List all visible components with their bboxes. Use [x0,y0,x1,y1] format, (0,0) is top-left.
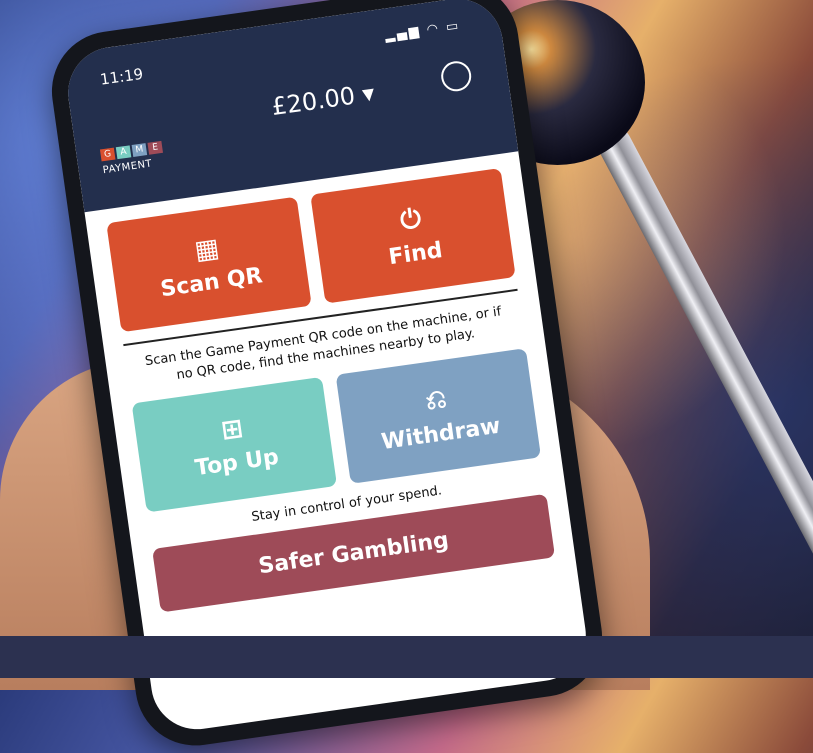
power-icon: ⏻ [398,203,424,237]
status-time: 11:19 [98,64,145,89]
logo-letter: A [115,145,132,160]
main-content: ▦ Scan QR ⏻ Find Scan the Game Payment Q… [85,151,575,615]
scan-qr-label: Scan QR [158,262,265,302]
safer-gambling-button[interactable]: Safer Gambling [152,493,556,613]
logo-letter: G [99,147,116,162]
withdraw-money-icon: ⎌ [423,383,449,417]
find-button[interactable]: ⏻ Find [310,167,516,304]
top-up-label: Top Up [193,444,281,481]
qr-code-icon: ▦ [192,232,222,266]
game-payment-logo: G A M E PAYMENT [99,140,178,209]
logo-letter: M [131,143,148,157]
scan-qr-button[interactable]: ▦ Scan QR [106,196,312,333]
logo-letter: E [147,140,164,155]
bottom-banner [0,636,813,678]
profile-icon[interactable] [439,59,474,94]
phone-screen: 11:19 ▂▄▆ ◠ ▭ £20.00 ▾ G A M E PAYMENT ▦… [62,0,592,736]
status-icons: ▂▄▆ ◠ ▭ [384,18,462,44]
withdraw-label: Withdraw [379,413,502,456]
add-money-icon: ⊞ [219,412,246,446]
find-label: Find [387,237,445,271]
balance-dropdown[interactable]: £20.00 ▾ [270,79,377,121]
